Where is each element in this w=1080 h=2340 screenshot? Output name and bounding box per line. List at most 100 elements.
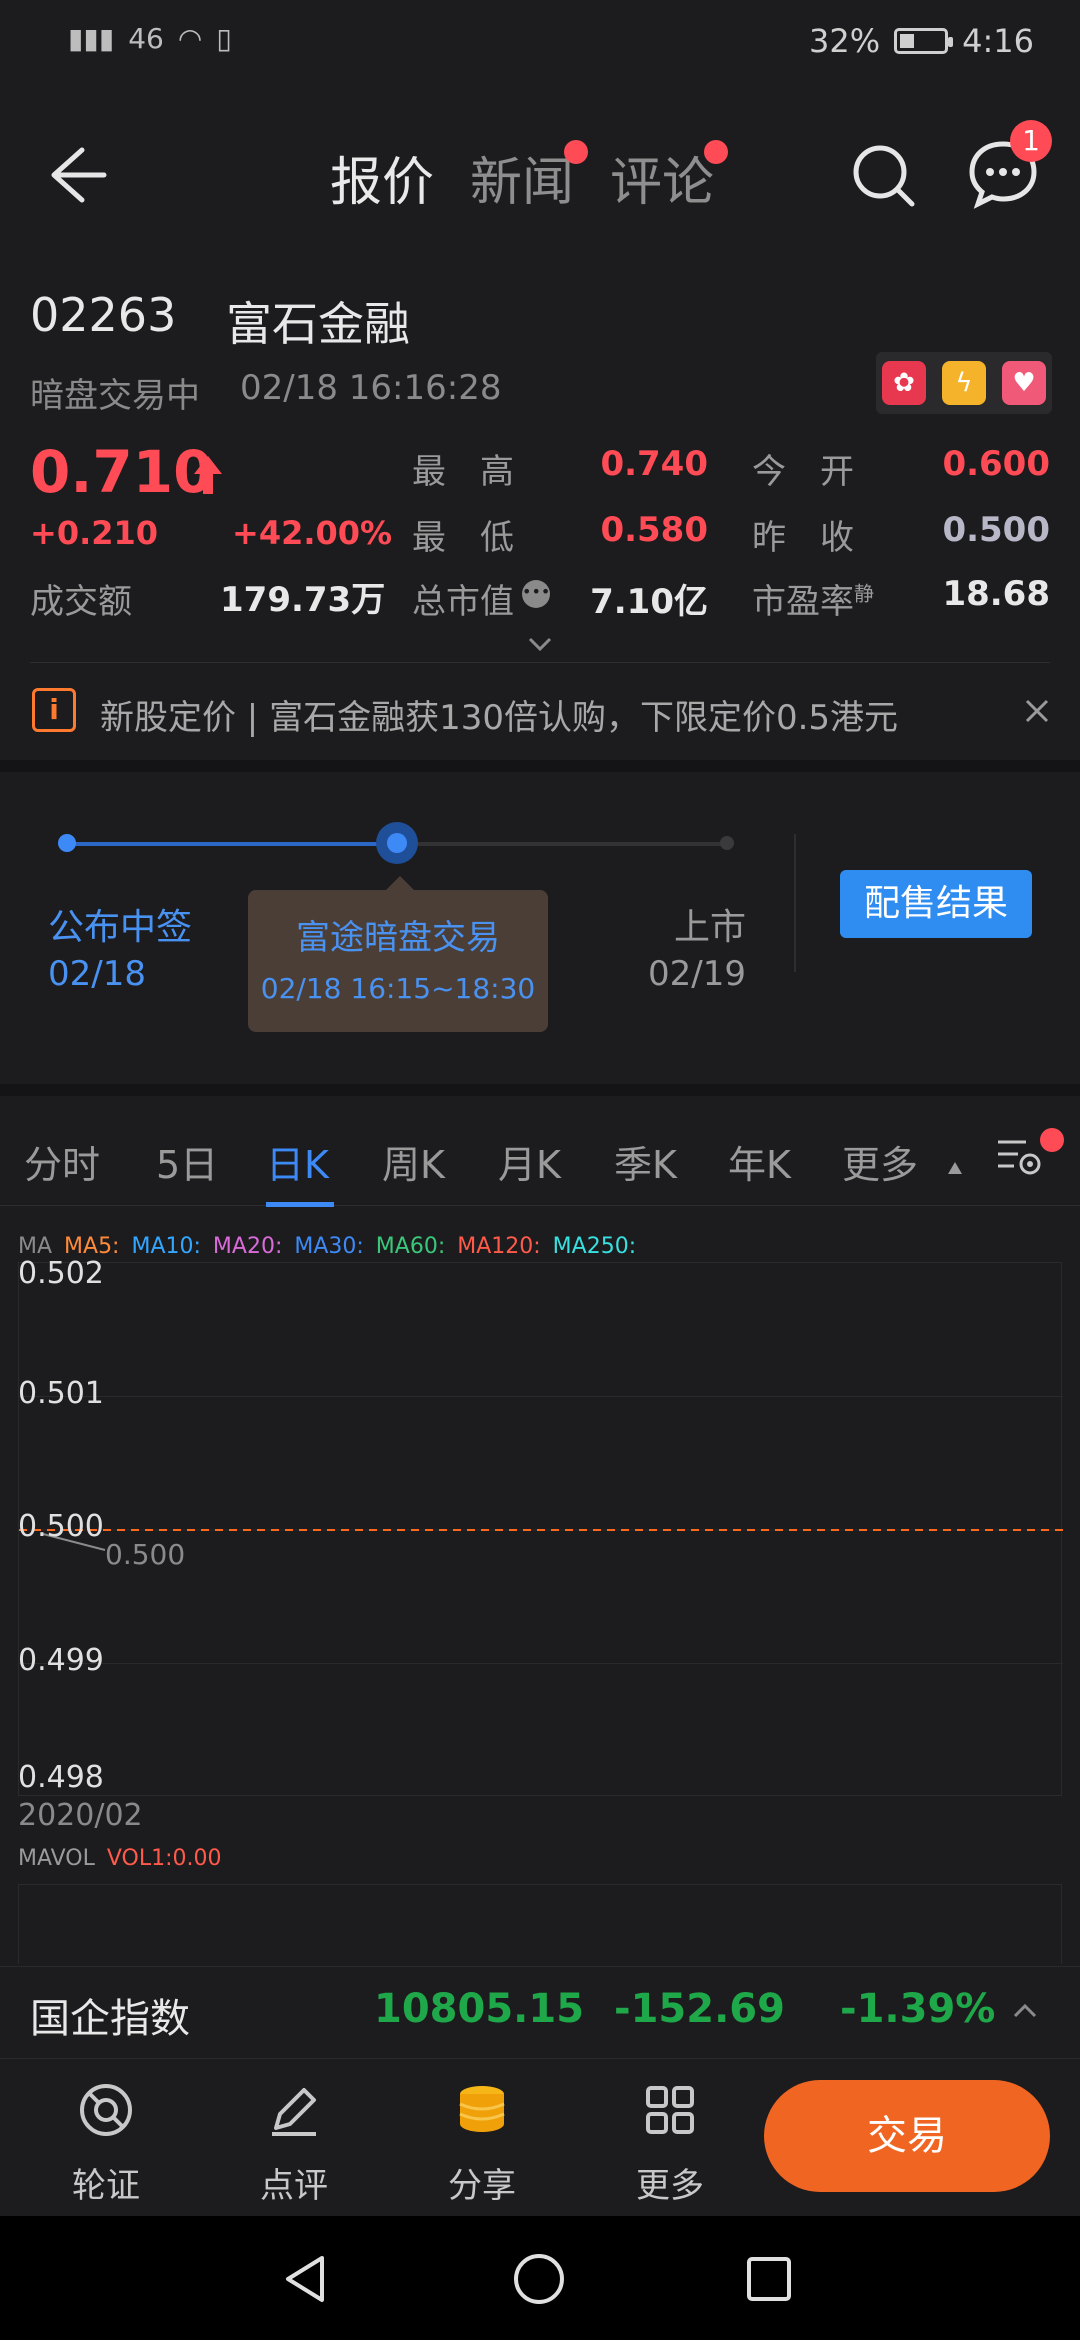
tab-yearly-k[interactable]: 年K <box>728 1134 791 1189</box>
info-icon: i <box>32 688 76 732</box>
timeline-rest <box>396 842 726 846</box>
prev-close-value: 0.500 <box>942 510 1050 550</box>
timeline-step1-label: 公布中签 <box>48 907 193 948</box>
index-change-pct: -1.39% <box>840 1986 996 2032</box>
pe-superscript: 静 <box>854 581 874 606</box>
timeline-step3-date: 02/19 <box>648 954 746 994</box>
nav-recents-icon[interactable] <box>746 2256 792 2302</box>
y-tick-label: 0.502 <box>18 1256 104 1291</box>
tab-quote[interactable]: 报价 <box>330 140 434 215</box>
coins-icon <box>459 2086 505 2132</box>
y-tick-label: 0.500 <box>18 1509 104 1544</box>
tab-news[interactable]: 新闻 <box>470 140 589 215</box>
section-separator <box>0 1084 1080 1096</box>
mavol-label: MAVOL <box>18 1846 95 1871</box>
comment-button[interactable]: 点评 <box>234 2080 354 2207</box>
chart-settings-icon[interactable] <box>996 1134 1046 1180</box>
clock: 4:16 <box>962 22 1034 60</box>
turnover-label: 成交额 <box>30 582 132 622</box>
tab-daily-k[interactable]: 日K <box>266 1134 329 1189</box>
market-cap-value: 7.10亿 <box>590 582 708 622</box>
index-value: 10805.15 <box>374 1986 585 2032</box>
search-icon[interactable] <box>848 140 918 210</box>
prev-close-label: 昨 收 <box>752 518 854 558</box>
last-price: 0.710 <box>30 438 214 506</box>
tab-intraday[interactable]: 分时 <box>24 1134 100 1189</box>
index-change: -152.69 <box>614 1986 785 2032</box>
pe-label: 市盈率静 <box>752 581 874 622</box>
battery-percent: 32% <box>809 22 881 60</box>
timeline-step2-time: 02/18 16:15~18:30 <box>260 972 536 1005</box>
more-label: 更多 <box>636 2166 704 2206</box>
status-left: ▮▮▮ 46 ◠ ▯ <box>68 22 232 55</box>
chart-svg: 0.500 <box>19 1396 1063 1664</box>
warrants-icon <box>80 2084 132 2136</box>
ma20-label: MA20: <box>212 1234 283 1259</box>
nav-back-icon[interactable] <box>282 2254 330 2304</box>
header-tabs: 报价 新闻 评论 <box>330 140 729 215</box>
y-tick-label: 0.501 <box>18 1375 104 1411</box>
favorite-heart-icon[interactable]: ♥ <box>1002 361 1046 405</box>
price-change: +0.210 <box>30 514 159 552</box>
share-label: 分享 <box>448 2166 516 2206</box>
chevron-down-icon[interactable] <box>526 634 554 654</box>
message-badge: 1 <box>1010 120 1052 162</box>
share-button[interactable]: 分享 <box>422 2080 542 2207</box>
vol-value: VOL1:0.00 <box>106 1846 222 1871</box>
more-info-icon[interactable]: ••• <box>522 580 550 608</box>
up-arrow-icon <box>194 456 222 494</box>
market-badges: ✿ ϟ ♥ <box>876 352 1052 414</box>
low-value: 0.580 <box>600 510 708 550</box>
point-label: 0.500 <box>105 1538 185 1571</box>
tab-more[interactable]: 更多 <box>842 1134 918 1189</box>
divider <box>794 834 796 972</box>
tab-monthly-k[interactable]: 月K <box>498 1134 561 1189</box>
unread-dot <box>704 140 729 164</box>
low-label: 最 低 <box>412 518 514 558</box>
turnover-value: 179.73万 <box>220 580 386 620</box>
warrants-label: 轮证 <box>72 2166 140 2206</box>
signal-icon: ▮▮▮ <box>68 22 115 55</box>
warrants-button[interactable]: 轮证 <box>46 2080 166 2207</box>
volume-chart[interactable] <box>18 1884 1062 1964</box>
chevron-up-icon[interactable] <box>1012 2002 1038 2020</box>
tab-quarterly-k[interactable]: 季K <box>614 1134 677 1189</box>
lightning-icon[interactable]: ϟ <box>942 361 986 405</box>
volume-legend: MAVOL VOL1:0.00 <box>18 1846 222 1871</box>
comment-label: 点评 <box>260 2166 328 2206</box>
timeline-dot <box>720 836 734 850</box>
timeline-progress <box>66 842 396 846</box>
ma30-label: MA30: <box>294 1234 364 1259</box>
pe-value: 18.68 <box>942 574 1050 614</box>
tab-comments[interactable]: 评论 <box>610 140 729 215</box>
timeline-step3-label: 上市 <box>673 907 746 948</box>
tab-5day[interactable]: 5日 <box>156 1134 218 1189</box>
stock-code: 02263 <box>30 288 177 342</box>
hk-flag-icon[interactable]: ✿ <box>882 361 926 405</box>
trade-button[interactable]: 交易 <box>764 2080 1050 2192</box>
ma60-label: MA60: <box>375 1234 446 1259</box>
section-separator <box>0 760 1080 772</box>
tab-weekly-k[interactable]: 周K <box>382 1134 445 1189</box>
more-button[interactable]: 更多 <box>610 2080 730 2207</box>
open-label: 今 开 <box>752 452 854 492</box>
ma120-label: MA120: <box>457 1234 541 1259</box>
index-name: 国企指数 <box>30 1996 190 2042</box>
back-arrow-icon[interactable] <box>40 140 110 210</box>
close-icon[interactable] <box>1022 696 1052 726</box>
dropdown-triangle-icon <box>948 1162 962 1174</box>
kline-chart[interactable]: 0.500 <box>18 1262 1063 1796</box>
price-change-pct: +42.00% <box>232 514 393 552</box>
nav-home-icon[interactable] <box>512 2252 566 2306</box>
x-axis-label: 2020/02 <box>18 1798 143 1833</box>
timeline-step2-label: 富途暗盘交易 <box>296 918 500 958</box>
network-type: 46 <box>128 22 164 55</box>
notice-text[interactable]: 新股定价 | 富石金融获130倍认购，下限定价0.5港元 <box>100 690 898 739</box>
active-tab-underline <box>266 1202 334 1207</box>
pencil-icon <box>272 2088 316 2136</box>
quote-datetime: 02/18 16:16:28 <box>240 368 502 408</box>
allotment-result-button[interactable]: 配售结果 <box>840 870 1032 938</box>
battery-icon <box>894 28 954 54</box>
high-value: 0.740 <box>600 444 708 484</box>
system-navigation-bar <box>0 2216 1080 2340</box>
